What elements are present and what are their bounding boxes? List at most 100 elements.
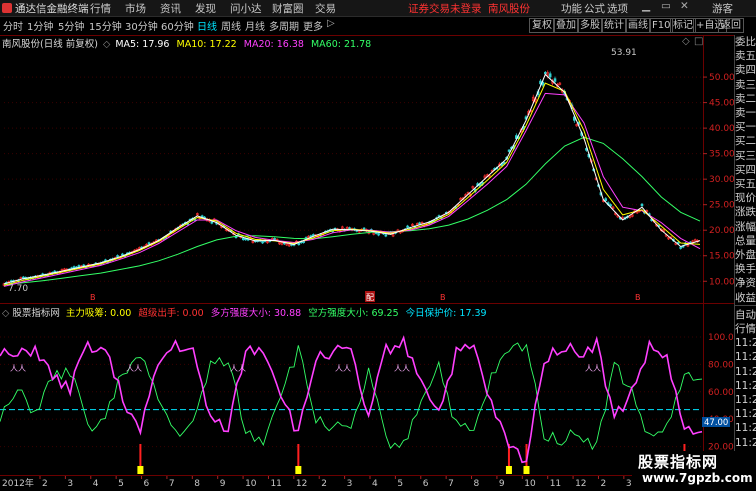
- tab-daily[interactable]: 日线: [197, 18, 217, 33]
- menu-formula[interactable]: 公式: [584, 1, 605, 16]
- side-time: 11:2: [735, 379, 756, 392]
- login-notice[interactable]: 证券交易未登录: [408, 1, 482, 16]
- indicator-value-bull: 30.88: [273, 308, 302, 319]
- candle-body: [548, 73, 552, 78]
- price-tick-label: 10.00: [709, 277, 734, 287]
- price-tick-label: 25.00: [709, 201, 734, 211]
- x-axis-year: 2012年: [2, 477, 34, 488]
- side-time: 11:2: [735, 365, 756, 378]
- draw-line-button[interactable]: 画线: [625, 18, 651, 33]
- price-chart-panel[interactable]: 10.00 15.00 20.00 25.00 30.00 35.00 40.00 45.00…: [0, 35, 735, 303]
- price-chart[interactable]: 10.00 15.00 20.00 25.00 30.00 35.00 40.00 45.00…: [0, 35, 735, 303]
- candle-body: [418, 222, 421, 225]
- candle-body: [77, 265, 81, 268]
- tab-5min[interactable]: 5分钟: [58, 18, 84, 33]
- side-time: 11:2: [735, 394, 756, 407]
- restore-icon[interactable]: ▭: [661, 0, 671, 12]
- tab-60min[interactable]: 60分钟: [161, 18, 194, 33]
- indicator-label-bull: 多方强度大小:: [210, 308, 271, 319]
- side-label[interactable]: 自动: [735, 308, 756, 322]
- tab-monthly[interactable]: 月线: [245, 18, 265, 33]
- bear-strength-line: [0, 342, 703, 451]
- tab-intraday[interactable]: 分时: [3, 18, 23, 33]
- overlay-button[interactable]: 叠加: [553, 18, 579, 33]
- candle-body: [297, 242, 301, 246]
- indicator-value-protect: 17.39: [459, 308, 487, 319]
- indicator-label-super: 超级出手:: [138, 308, 180, 319]
- multi-stock-button[interactable]: 多股: [577, 18, 603, 33]
- candle-body: [210, 221, 214, 224]
- candle-body: [384, 234, 388, 237]
- ma-line-ma10: [3, 82, 701, 286]
- side-label: 卖五: [735, 50, 756, 63]
- candle-body: [116, 255, 119, 258]
- menu-function[interactable]: 功能: [561, 1, 582, 16]
- guest-label[interactable]: 游客: [712, 1, 733, 16]
- indicator-tick-label: 100.00: [708, 333, 734, 343]
- side-label: 卖四: [735, 64, 756, 77]
- side-label: 买四: [735, 163, 756, 176]
- menu-item-discover[interactable]: 发现: [195, 1, 216, 16]
- indicator-chart[interactable]: 20.0040.0060.0080.00100.00 47.00 人人 人人 人…: [0, 304, 740, 476]
- indicator-tick-label: 60.00: [708, 388, 734, 398]
- menu-item-quotes[interactable]: 行情: [90, 1, 111, 16]
- price-tick-label: 30.00: [709, 175, 734, 185]
- stock-link[interactable]: 南风股份: [488, 1, 530, 16]
- app-title: 通达信金融终端: [15, 3, 89, 15]
- minimize-icon[interactable]: ▁: [642, 0, 650, 12]
- back-button[interactable]: 返回: [718, 18, 744, 33]
- signal-mark: 人人: [126, 364, 142, 373]
- candle-body: [362, 227, 366, 230]
- side-label: 买三: [735, 149, 756, 162]
- chart-settings-icon[interactable]: ◇: [682, 36, 690, 47]
- candle-body: [507, 149, 511, 152]
- adjust-button[interactable]: 复权: [529, 18, 555, 33]
- indicator-gear-icon[interactable]: ◇: [2, 308, 9, 319]
- menu-item-wealth[interactable]: 财富圈: [272, 1, 304, 16]
- side-label: 买一: [735, 121, 756, 134]
- more-arrow-icon[interactable]: ▷: [327, 18, 335, 29]
- indicator-panel[interactable]: 20.0040.0060.0080.00100.00 47.00 人人 人人 人…: [0, 303, 740, 476]
- menu-item-news[interactable]: 资讯: [160, 1, 181, 16]
- signal-mark: 人人: [394, 364, 410, 373]
- chart-close-icon[interactable]: □: [694, 36, 703, 47]
- indicator-label-bear: 空方强度大小:: [308, 308, 369, 319]
- accumulate-bar: [295, 466, 302, 474]
- accumulate-bar: [137, 466, 144, 474]
- indicator-series: [0, 335, 703, 464]
- tab-15min[interactable]: 15分钟: [89, 18, 122, 33]
- tab-1min[interactable]: 1分钟: [27, 18, 53, 33]
- side-time: 11:2: [735, 436, 756, 449]
- tab-30min[interactable]: 30分钟: [125, 18, 158, 33]
- candle-body: [544, 71, 547, 75]
- side-label: 涨跌: [735, 206, 756, 219]
- side-label: 卖一: [735, 107, 756, 120]
- side-time: 11:2: [735, 351, 756, 364]
- menu-item-trade[interactable]: 交易: [315, 1, 336, 16]
- stats-button[interactable]: 统计: [601, 18, 627, 33]
- signal-mark: 人人: [230, 364, 246, 373]
- price-tick-label: 40.00: [709, 124, 734, 134]
- indicator-legend: ◇ 股票指标网 主力吸筹: 0.00 超级出手: 0.00 多方强度大小: 30…: [2, 305, 487, 319]
- tab-more[interactable]: 更多: [303, 18, 323, 33]
- tab-weekly[interactable]: 周线: [221, 18, 241, 33]
- tab-multi-period[interactable]: 多周期: [269, 18, 299, 33]
- indicator-label-protect: 今日保护价:: [405, 308, 457, 319]
- close-icon[interactable]: ✕: [680, 0, 689, 12]
- side-label: 换手: [735, 263, 756, 276]
- side-label: 买二: [735, 135, 756, 148]
- menu-item-market[interactable]: 市场: [125, 1, 146, 16]
- side-label[interactable]: 行情: [735, 322, 756, 336]
- bull-strength-line: [0, 335, 703, 464]
- indicator-tick-label: 80.00: [708, 360, 734, 370]
- candle-body: [377, 233, 380, 236]
- menu-bar: 通达信金融终端 行情 市场 资讯 发现 问小达 财富圈 交易 证券交易未登录 南…: [0, 0, 756, 17]
- price-tick-label: 15.00: [709, 252, 734, 262]
- side-label: 涨幅: [735, 220, 756, 233]
- indicator-label-accumulate: 主力吸筹:: [65, 308, 108, 319]
- ma60-label: MA60: 21.78: [310, 39, 372, 50]
- ma-toggle-icon[interactable]: ◇: [103, 39, 110, 50]
- menu-options[interactable]: 选项: [607, 1, 628, 16]
- menu-item-xiaoda[interactable]: 问小达: [230, 1, 262, 16]
- side-label: 净资: [735, 277, 756, 290]
